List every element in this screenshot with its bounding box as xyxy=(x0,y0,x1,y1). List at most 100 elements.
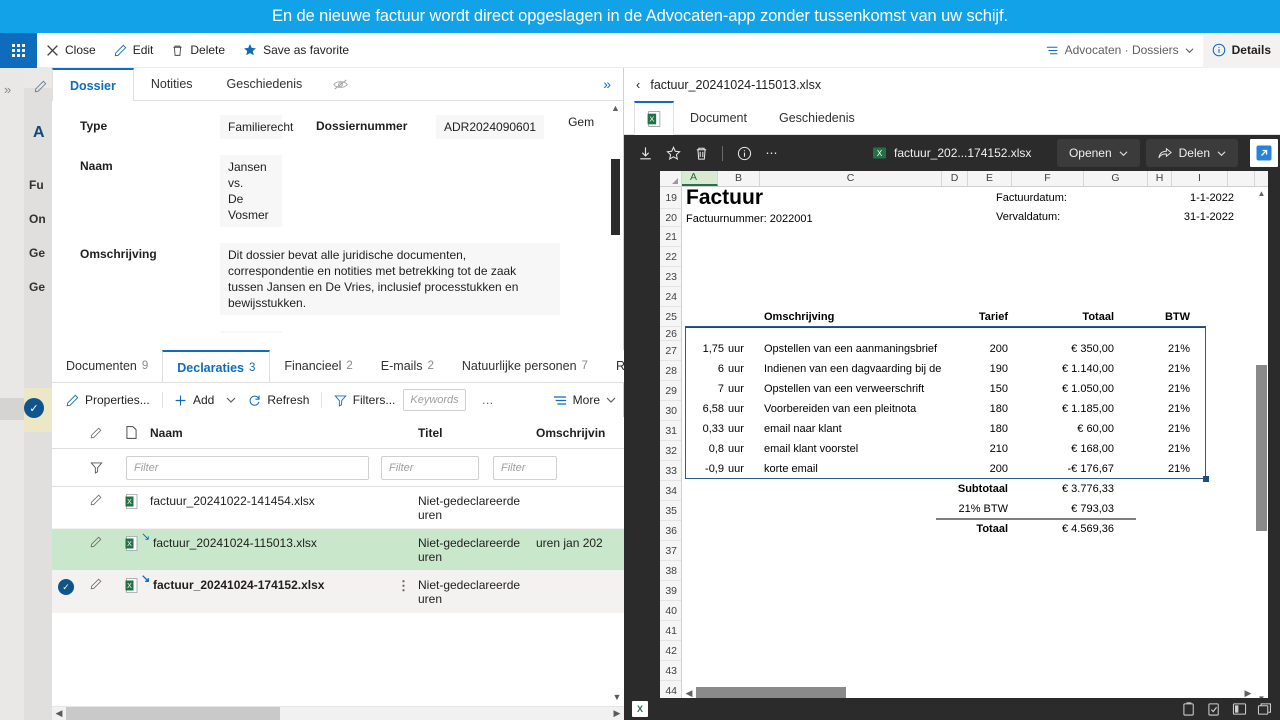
row-edit-icon[interactable] xyxy=(80,536,112,548)
row-checkbox[interactable] xyxy=(52,536,80,537)
refresh-button[interactable]: Refresh xyxy=(240,386,317,414)
scroll-right-icon[interactable]: ▶ xyxy=(610,708,624,719)
tab-geschiedenis[interactable]: Geschiedenis xyxy=(210,68,320,100)
row-header-26[interactable]: 26 xyxy=(660,327,681,341)
row-header-40[interactable]: 40 xyxy=(660,601,681,621)
row-header-28[interactable]: 28 xyxy=(660,361,681,381)
add-dropdown-button[interactable] xyxy=(222,386,240,414)
column-header-C[interactable]: C xyxy=(760,171,942,186)
scroll-thumb[interactable] xyxy=(66,706,280,720)
edit-button[interactable]: Edit xyxy=(105,33,163,68)
more-button[interactable]: More xyxy=(545,386,624,414)
delete-trash-icon[interactable] xyxy=(688,140,714,166)
column-header-B[interactable]: B xyxy=(718,171,760,186)
tab-dossier[interactable]: Dossier xyxy=(52,68,134,101)
select-all-corner[interactable] xyxy=(660,171,682,186)
row-header-22[interactable]: 22 xyxy=(660,247,681,267)
row-header-21[interactable]: 21 xyxy=(660,227,681,247)
save-as-favorite-button[interactable]: Save as favorite xyxy=(234,33,358,68)
row-header-37[interactable]: 37 xyxy=(660,541,681,561)
row-checkbox[interactable] xyxy=(52,494,80,495)
tab-documenten[interactable]: Documenten 9 xyxy=(52,350,162,382)
row-header-43[interactable]: 43 xyxy=(660,661,681,681)
row-header-33[interactable]: 33 xyxy=(660,461,681,481)
grid-header-titel[interactable]: Titel xyxy=(418,426,536,440)
row-header-34[interactable]: 34 xyxy=(660,481,681,501)
row-header-19[interactable]: 19 xyxy=(660,187,681,209)
cell-selection-handle[interactable] xyxy=(1203,476,1209,482)
column-header-D[interactable]: D xyxy=(942,171,968,186)
row-header-35[interactable]: 35 xyxy=(660,501,681,521)
tab-emails[interactable]: E-mails 2 xyxy=(367,350,448,382)
row-edit-icon[interactable] xyxy=(80,494,112,506)
tab-rechtspersonen[interactable]: Rechtsp xyxy=(602,350,624,382)
row-edit-icon[interactable] xyxy=(80,578,112,590)
row-header-27[interactable]: 27 xyxy=(660,341,681,361)
grid-header-omschrijving[interactable]: Omschrijvin xyxy=(536,426,624,440)
close-button[interactable]: Close xyxy=(37,33,105,68)
row-context-menu-button[interactable]: ⋮ xyxy=(397,578,410,594)
column-header-E[interactable]: E xyxy=(968,171,1012,186)
grid-header-naam[interactable]: Naam xyxy=(150,426,418,440)
row-header-41[interactable]: 41 xyxy=(660,621,681,641)
row-header-36[interactable]: 36 xyxy=(660,521,681,541)
grid-horizontal-scrollbar[interactable]: ◀ ▶ xyxy=(52,706,624,720)
favorite-star-icon[interactable] xyxy=(660,140,686,166)
tab-natuurlijke-personen[interactable]: Natuurlijke personen 7 xyxy=(448,350,602,382)
hidden-fields-toggle[interactable] xyxy=(319,68,362,100)
open-button[interactable]: Openen xyxy=(1056,139,1140,167)
back-icon[interactable]: ‹ xyxy=(636,77,640,92)
filter-input-omschrijving[interactable]: Filter xyxy=(493,455,557,480)
filter-input-titel[interactable]: Filter xyxy=(381,455,479,480)
filters-button[interactable]: Filters... xyxy=(326,386,404,414)
sheet-vertical-scroll-thumb[interactable] xyxy=(1256,365,1267,531)
tab-file-icon[interactable]: X xyxy=(634,101,674,135)
filter-input-naam[interactable]: Filter xyxy=(126,455,369,480)
app-selector[interactable]: Advocaten · Dossiers xyxy=(1037,33,1203,68)
viewer-overflow-icon[interactable]: ⋯ xyxy=(759,140,785,166)
sheet-vertical-scrollbar[interactable]: ▲ ▼ xyxy=(1255,187,1268,705)
row-header-25[interactable]: 25 xyxy=(660,307,681,327)
column-header-I[interactable]: I xyxy=(1172,171,1228,186)
sheet-scroll-up-icon[interactable]: ▲ xyxy=(1255,187,1268,200)
grid-filter-icon[interactable] xyxy=(80,461,112,474)
properties-button[interactable]: Properties... xyxy=(58,386,158,414)
tab-financieel[interactable]: Financieel 2 xyxy=(270,350,366,382)
row-checkbox[interactable]: ✓ xyxy=(52,578,80,595)
tab-notities[interactable]: Notities xyxy=(134,68,210,100)
form-scroll-up-icon[interactable]: ▲ xyxy=(610,103,621,113)
row-header-38[interactable]: 38 xyxy=(660,561,681,581)
table-row[interactable]: ✓ X ↘ factuur_20241024-174152.xlsx ⋮ Nie… xyxy=(52,571,624,613)
expand-chevron-icon[interactable]: » xyxy=(4,82,11,97)
row-header-31[interactable]: 31 xyxy=(660,421,681,441)
delete-button[interactable]: Delete xyxy=(162,33,234,68)
form-scroll-thumb[interactable] xyxy=(611,159,620,235)
column-header-G[interactable]: G xyxy=(1084,171,1148,186)
scroll-left-icon[interactable]: ◀ xyxy=(52,708,66,719)
grid-vertical-scroll-down[interactable]: ▼ xyxy=(611,688,623,706)
row-header-24[interactable]: 24 xyxy=(660,287,681,307)
column-header-H[interactable]: H xyxy=(1148,171,1172,186)
column-header-A[interactable]: A xyxy=(682,171,718,186)
row-header-42[interactable]: 42 xyxy=(660,641,681,661)
table-row[interactable]: X ↘ factuur_20241024-115013.xlsx Niet-ge… xyxy=(52,529,624,571)
details-button[interactable]: Details xyxy=(1202,32,1280,68)
app-launcher-button[interactable] xyxy=(0,33,37,68)
table-row[interactable]: X factuur_20241022-141454.xlsx Niet-gede… xyxy=(52,487,624,529)
share-button[interactable]: Delen xyxy=(1145,139,1238,167)
row-header-39[interactable]: 39 xyxy=(660,581,681,601)
info-icon[interactable] xyxy=(731,140,757,166)
scroll-track[interactable] xyxy=(66,706,610,720)
open-in-new-window-button[interactable] xyxy=(1250,139,1278,167)
column-header-J[interactable] xyxy=(1228,171,1255,186)
column-header-F[interactable]: F xyxy=(1012,171,1084,186)
tabs-overflow-button[interactable]: » xyxy=(591,68,623,100)
tab-document-geschiedenis[interactable]: Geschiedenis xyxy=(763,101,871,134)
form-scrollbar[interactable]: ▲ xyxy=(610,103,621,331)
keywords-input[interactable]: Keywords xyxy=(403,389,466,411)
tab-declaraties[interactable]: Declaraties 3 xyxy=(162,350,271,382)
tab-document[interactable]: Document xyxy=(674,101,763,134)
row-header-20[interactable]: 20 xyxy=(660,209,681,227)
row-header-29[interactable]: 29 xyxy=(660,381,681,401)
toolbar-overflow-button[interactable]: … xyxy=(474,386,503,414)
